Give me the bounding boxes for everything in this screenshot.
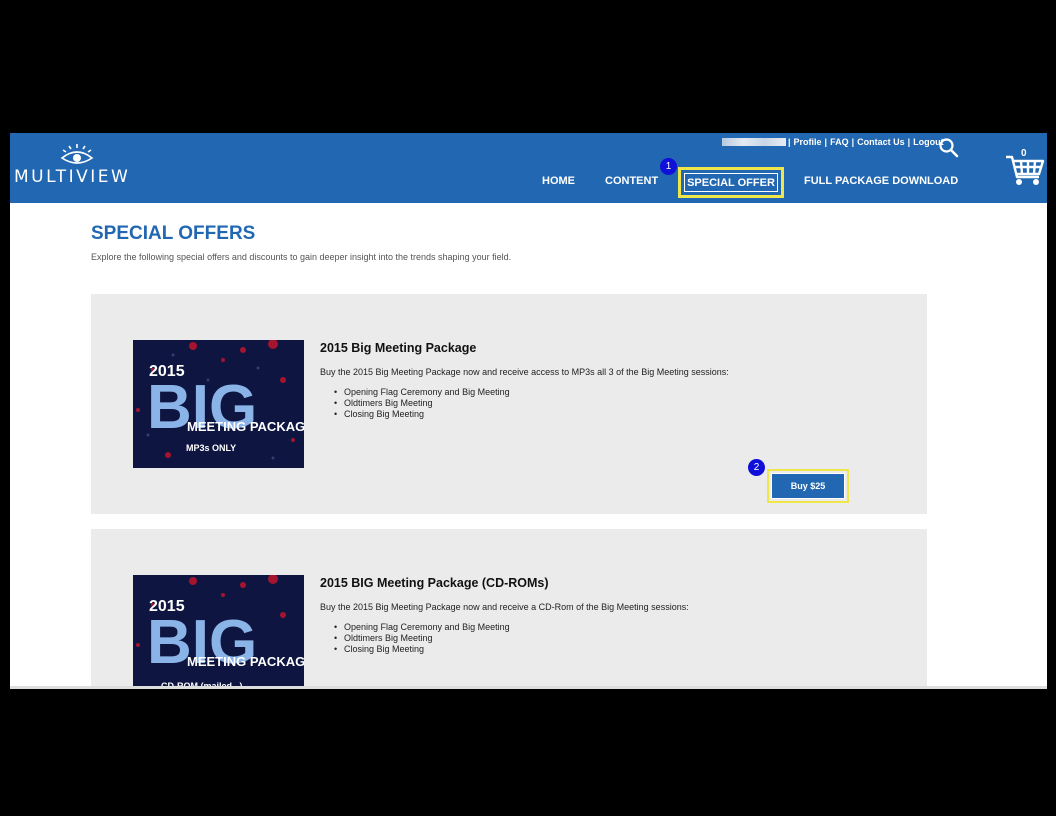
offer-thumbnail-art: 2015 BIG MEETING PACKAGE MP3s ONLY: [133, 340, 304, 468]
util-sep: |: [788, 137, 791, 147]
offer-card: 2015 BIG MEETING PACKAGE CD-ROM (mailed.…: [91, 529, 927, 689]
buy-button-highlight: Buy $25: [767, 469, 849, 503]
blurred-username: [722, 138, 786, 146]
browser-viewport: MULTIVIEW | Profile | FAQ | Contact Us |…: [10, 133, 1047, 689]
nav-special-offer[interactable]: SPECIAL OFFER: [678, 167, 784, 198]
offer-item: Opening Flag Ceremony and Big Meeting: [334, 387, 510, 398]
util-sep: |: [824, 137, 828, 147]
offer-description: Buy the 2015 Big Meeting Package now and…: [320, 602, 689, 612]
offer-item: Closing Big Meeting: [334, 409, 510, 420]
thumb-package: MEETING PACKAGE: [187, 654, 304, 669]
offer-item-list: Opening Flag Ceremony and Big Meeting Ol…: [334, 387, 510, 420]
offer-description: Buy the 2015 Big Meeting Package now and…: [320, 367, 729, 377]
eye-logo-icon: [60, 144, 94, 164]
step-marker-1: 1: [660, 158, 677, 175]
offer-title: 2015 Big Meeting Package: [320, 341, 477, 355]
offer-card: 2015 BIG MEETING PACKAGE MP3s ONLY 2015 …: [91, 294, 927, 514]
thumb-package: MEETING PACKAGE: [187, 419, 304, 434]
site-header: MULTIVIEW | Profile | FAQ | Contact Us |…: [10, 133, 1047, 203]
viewport-bottom-edge: [10, 686, 1047, 689]
offer-thumbnail: 2015 BIG MEETING PACKAGE MP3s ONLY: [133, 340, 304, 468]
util-sep: |: [907, 137, 911, 147]
offer-item: Oldtimers Big Meeting: [334, 633, 510, 644]
step-marker-2: 2: [748, 459, 765, 476]
nav-home[interactable]: HOME: [542, 175, 575, 193]
offer-thumbnail: 2015 BIG MEETING PACKAGE CD-ROM (mailed.…: [133, 575, 304, 689]
util-sep: |: [851, 137, 855, 147]
offer-title: 2015 BIG Meeting Package (CD-ROMs): [320, 576, 549, 590]
thumb-caption: MP3s ONLY: [186, 443, 236, 453]
profile-link[interactable]: Profile: [794, 137, 822, 147]
faq-link[interactable]: FAQ: [830, 137, 849, 147]
offer-item: Closing Big Meeting: [334, 644, 510, 655]
shopping-cart-icon[interactable]: [1005, 147, 1045, 187]
buy-button[interactable]: Buy $25: [771, 473, 845, 499]
page-subtitle: Explore the following special offers and…: [91, 252, 512, 262]
offer-item-list: Opening Flag Ceremony and Big Meeting Ol…: [334, 622, 510, 655]
utility-links: | Profile | FAQ | Contact Us | Logout: [722, 136, 947, 148]
offer-item: Opening Flag Ceremony and Big Meeting: [334, 622, 510, 633]
nav-special-offer-label: SPECIAL OFFER: [684, 173, 778, 192]
offer-thumbnail-art: 2015 BIG MEETING PACKAGE CD-ROM (mailed.…: [133, 575, 304, 689]
search-icon[interactable]: [938, 137, 960, 159]
nav-full-package-download[interactable]: FULL PACKAGE DOWNLOAD: [804, 175, 958, 193]
logo-text: MULTIVIEW: [14, 167, 131, 187]
multiview-logo[interactable]: MULTIVIEW: [14, 143, 144, 187]
nav-content[interactable]: CONTENT: [605, 175, 658, 193]
page-title: SPECIAL OFFERS: [91, 223, 256, 244]
offer-item: Oldtimers Big Meeting: [334, 398, 510, 409]
contact-us-link[interactable]: Contact Us: [857, 137, 905, 147]
